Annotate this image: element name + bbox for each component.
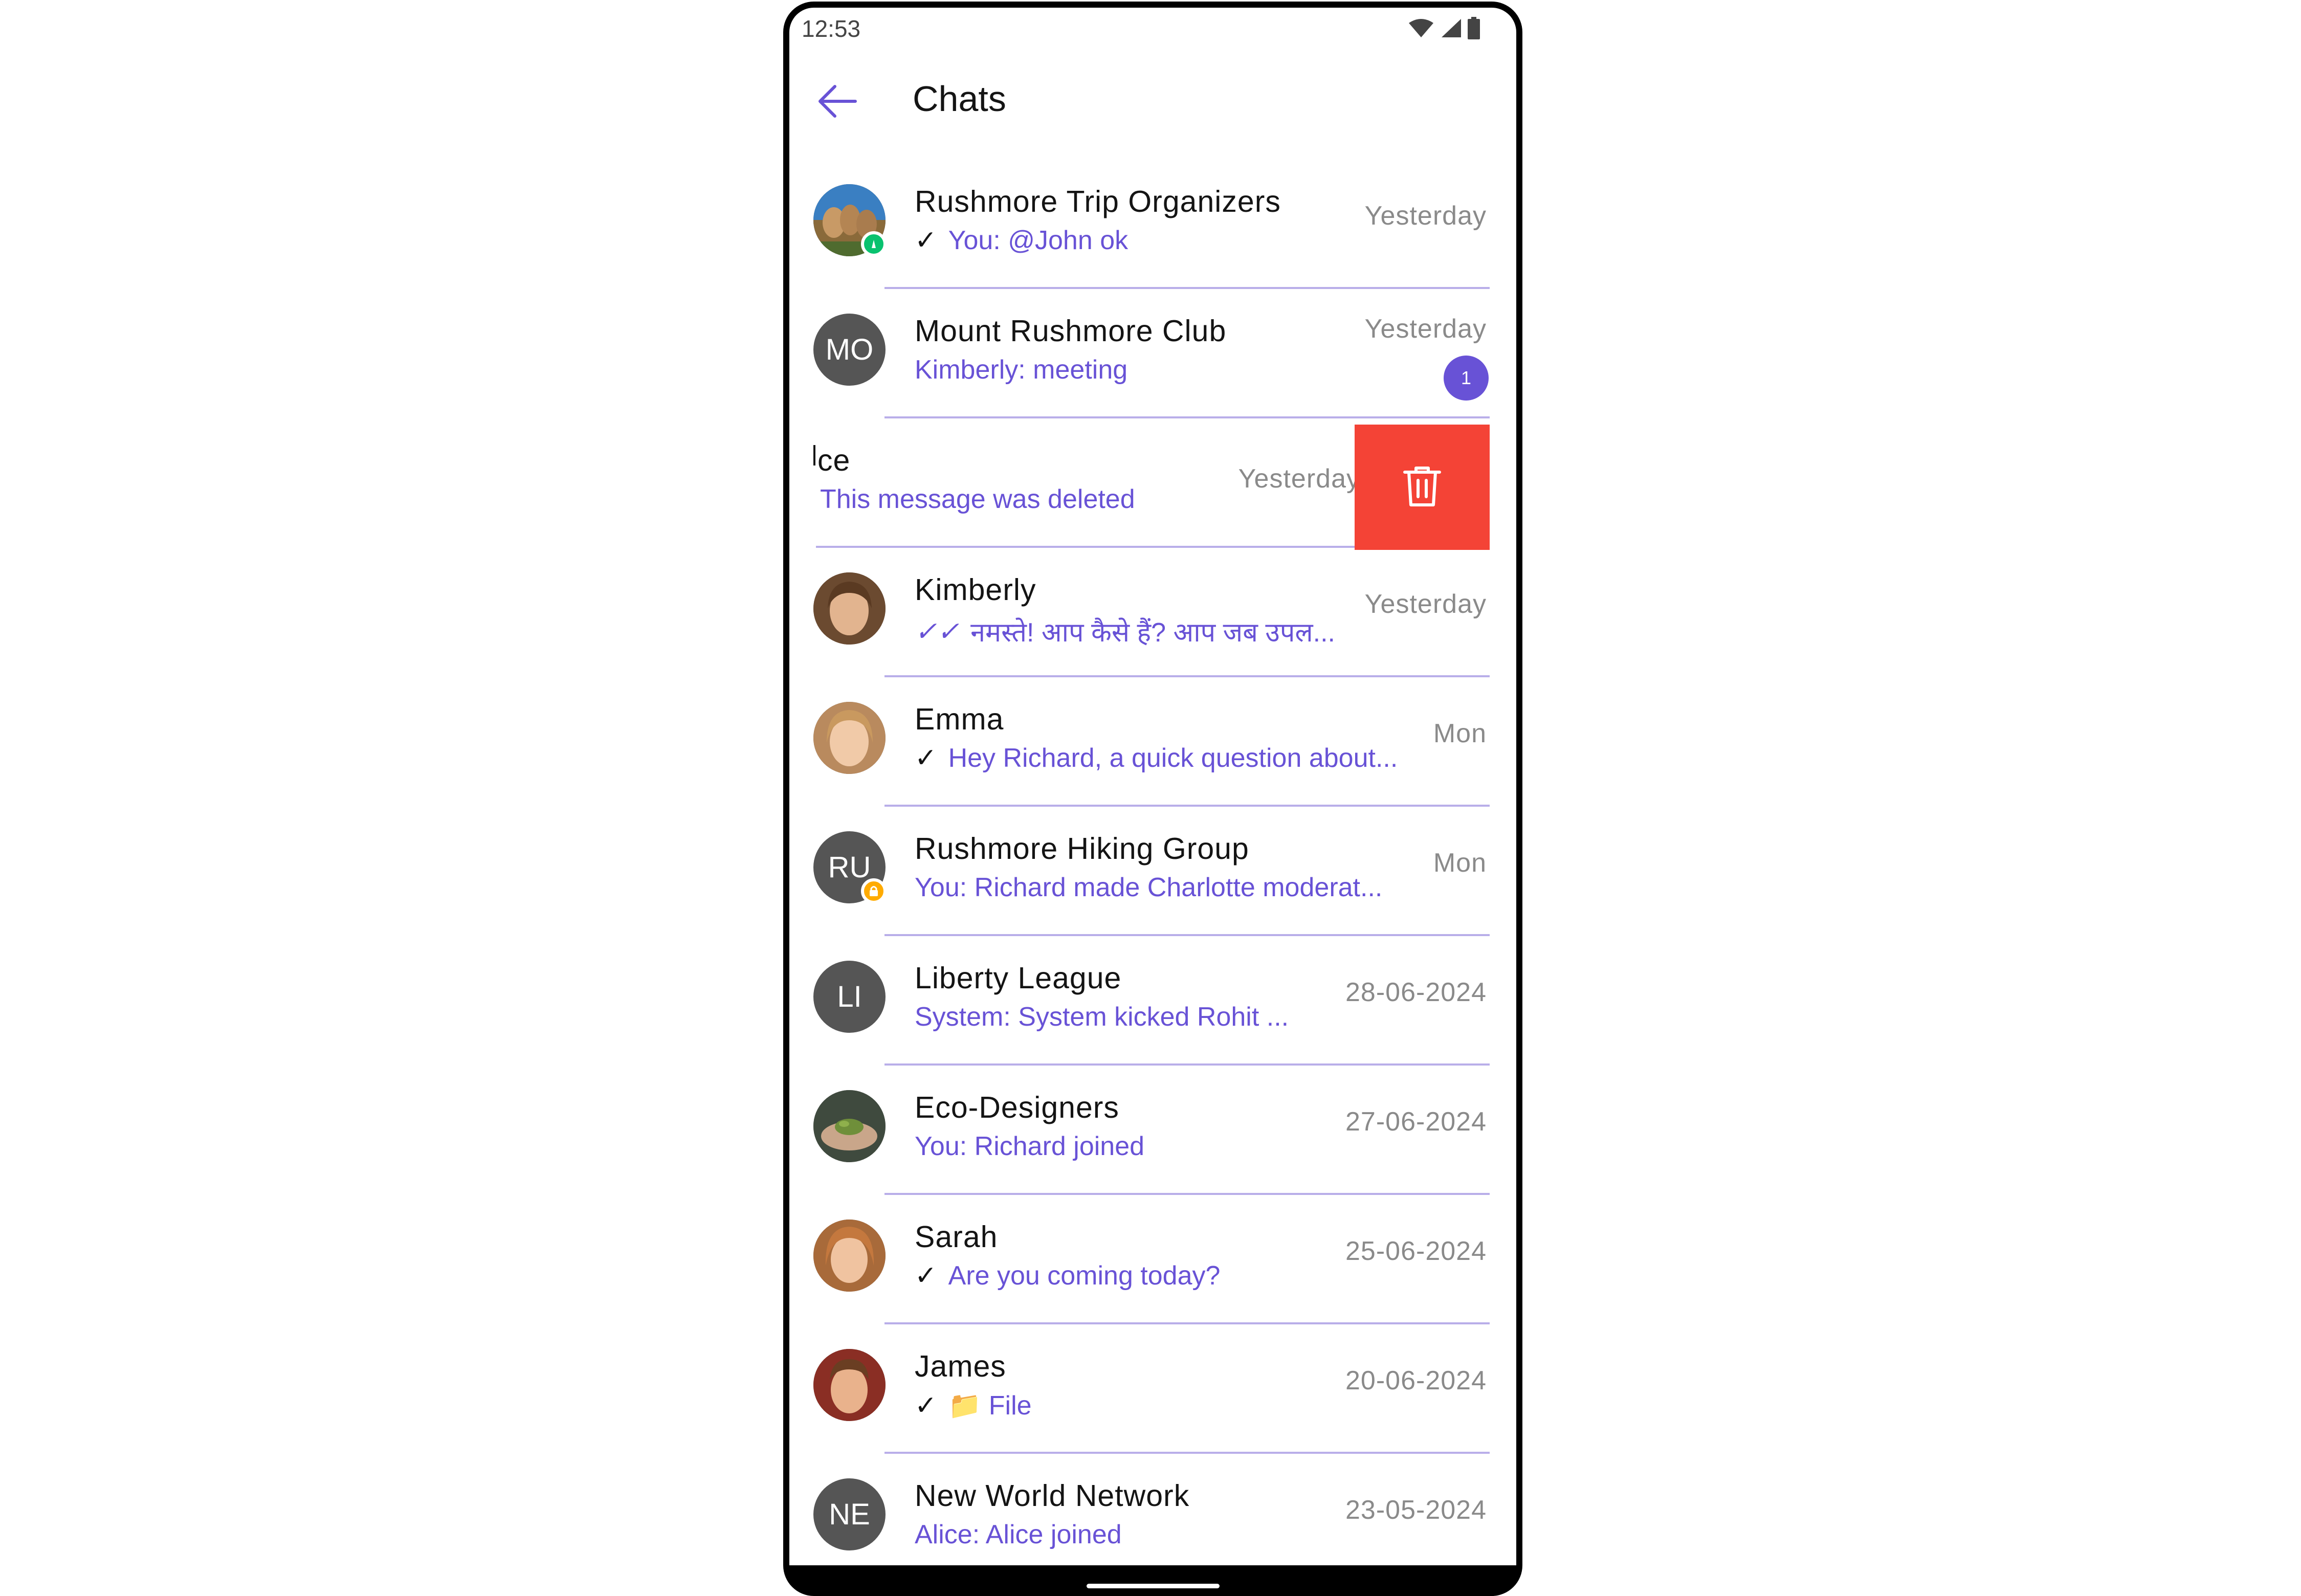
avatar <box>813 572 886 645</box>
chat-name: New World Network <box>915 1479 1190 1513</box>
chat-name: Kimberly <box>915 573 1036 607</box>
avatar: NE <box>813 1478 886 1550</box>
sent-check-icon: ✓ <box>915 743 937 773</box>
chat-preview: You: Richard made Charlotte moderat... <box>915 872 1382 903</box>
preview-text: Alice: Alice joined <box>915 1520 1122 1549</box>
chat-time: Mon <box>1433 719 1487 748</box>
chat-preview: Kimberly: meeting <box>915 354 1127 385</box>
unread-count-badge: 1 <box>1444 356 1489 401</box>
chat-name: Rushmore Hiking Group <box>915 832 1249 866</box>
phone-frame: 12:53 Chats Rushmore Trip Organizers ✓ Y… <box>783 2 1522 1596</box>
avatar: LI <box>813 961 886 1033</box>
chat-preview: System: System kicked Rohit ... <box>915 1002 1289 1032</box>
chat-item-eco-designers[interactable]: Eco-Designers You: Richard joined 27-06-… <box>789 1066 1516 1195</box>
chat-time: Yesterday <box>1364 589 1487 619</box>
preview-text: Are you coming today? <box>948 1261 1221 1291</box>
chat-name: James <box>915 1349 1006 1383</box>
chat-preview: ✓ You: @John ok <box>915 225 1128 256</box>
chat-name: Sarah <box>915 1220 998 1254</box>
chat-time: 23-05-2024 <box>1345 1495 1487 1525</box>
chat-item-new-world-network[interactable]: NE New World Network Alice: Alice joined… <box>789 1454 1516 1583</box>
chat-time: Yesterday <box>1364 314 1487 344</box>
avatar: MO <box>813 314 886 386</box>
chat-item-mount-rushmore-club[interactable]: MO Mount Rushmore Club Kimberly: meeting… <box>789 289 1516 418</box>
wifi-icon <box>1408 18 1434 38</box>
battery-icon <box>1467 17 1480 39</box>
preview-text: नमस्ते! आप कैसे हैं? आप जब उपल... <box>970 618 1335 648</box>
preview-text: You: Richard joined <box>915 1132 1145 1161</box>
text-cursor-mark <box>813 445 815 465</box>
preview-text: 📁 File <box>948 1391 1032 1421</box>
sent-check-icon: ✓ <box>915 1390 937 1421</box>
preview-text: Hey Richard, a quick question about... <box>948 743 1398 773</box>
lock-icon <box>861 878 887 904</box>
preview-text: System: System kicked Rohit ... <box>915 1002 1289 1032</box>
chat-time: Mon <box>1433 848 1487 878</box>
home-indicator[interactable] <box>1087 1584 1220 1588</box>
online-status-icon <box>861 231 887 257</box>
chat-time: 27-06-2024 <box>1345 1107 1487 1137</box>
chat-name: ce <box>817 444 851 477</box>
chat-time: 25-06-2024 <box>1345 1236 1487 1266</box>
arrow-left-icon <box>816 83 857 122</box>
back-button[interactable] <box>814 79 860 125</box>
chat-name: Liberty League <box>915 961 1122 995</box>
chat-name: Emma <box>915 702 1004 736</box>
avatar <box>813 1220 886 1292</box>
sent-check-icon: ✓ <box>915 1261 937 1291</box>
avatar <box>813 1349 886 1421</box>
delete-button[interactable] <box>1355 425 1490 550</box>
chat-preview: This message was deleted <box>820 484 1135 515</box>
chat-name: Eco-Designers <box>915 1091 1119 1124</box>
chat-item-liberty-league[interactable]: LI Liberty League System: System kicked … <box>789 936 1516 1066</box>
chat-list: Rushmore Trip Organizers ✓ You: @John ok… <box>789 160 1516 1583</box>
signal-icon <box>1440 18 1462 38</box>
status-time: 12:53 <box>802 15 861 42</box>
chat-item-swiped[interactable]: ce This message was deleted Yesterday <box>789 418 1516 550</box>
chat-name: Rushmore Trip Organizers <box>915 185 1281 218</box>
chat-preview: Alice: Alice joined <box>915 1519 1122 1550</box>
status-bar: 12:53 <box>789 8 1516 49</box>
chat-item-rushmore-hiking-group[interactable]: RU Rushmore Hiking Group You: Richard ma… <box>789 807 1516 936</box>
chat-item-sarah[interactable]: Sarah ✓ Are you coming today? 25-06-2024 <box>789 1195 1516 1324</box>
divider <box>884 1581 1490 1583</box>
chat-item-rushmore-trip-organizers[interactable]: Rushmore Trip Organizers ✓ You: @John ok… <box>789 160 1516 289</box>
chat-preview: ✓ 📁 File <box>915 1390 1032 1421</box>
chat-item-emma[interactable]: Emma ✓ Hey Richard, a quick question abo… <box>789 677 1516 807</box>
preview-text: You: @John ok <box>948 226 1129 255</box>
preview-text: You: Richard made Charlotte moderat... <box>915 873 1383 902</box>
preview-text: This message was deleted <box>820 484 1135 514</box>
chat-preview: You: Richard joined <box>915 1131 1144 1162</box>
status-icons <box>1408 17 1480 39</box>
chat-item-james[interactable]: James ✓ 📁 File 20-06-2024 <box>789 1324 1516 1454</box>
page-title: Chats <box>913 79 1006 119</box>
trash-icon <box>1403 465 1442 509</box>
chat-time: Yesterday <box>1238 464 1360 494</box>
chat-time: Yesterday <box>1364 201 1487 231</box>
chat-time: 20-06-2024 <box>1345 1366 1487 1395</box>
chat-preview: ✓✓ नमस्ते! आप कैसे हैं? आप जब उपल... <box>915 613 1335 650</box>
chat-preview: ✓ Are you coming today? <box>915 1260 1220 1291</box>
chat-preview: ✓ Hey Richard, a quick question about... <box>915 743 1398 773</box>
chat-item-kimberly[interactable]: Kimberly ✓✓ नमस्ते! आप कैसे हैं? आप जब उ… <box>789 548 1516 677</box>
avatar <box>813 702 886 774</box>
read-double-check-icon: ✓✓ <box>915 616 960 647</box>
sent-check-icon: ✓ <box>915 226 937 255</box>
avatar <box>813 1090 886 1162</box>
chat-name: Mount Rushmore Club <box>915 314 1227 348</box>
chat-time: 28-06-2024 <box>1345 978 1487 1007</box>
preview-text: Kimberly: meeting <box>915 355 1128 385</box>
header: Chats <box>789 64 1516 136</box>
